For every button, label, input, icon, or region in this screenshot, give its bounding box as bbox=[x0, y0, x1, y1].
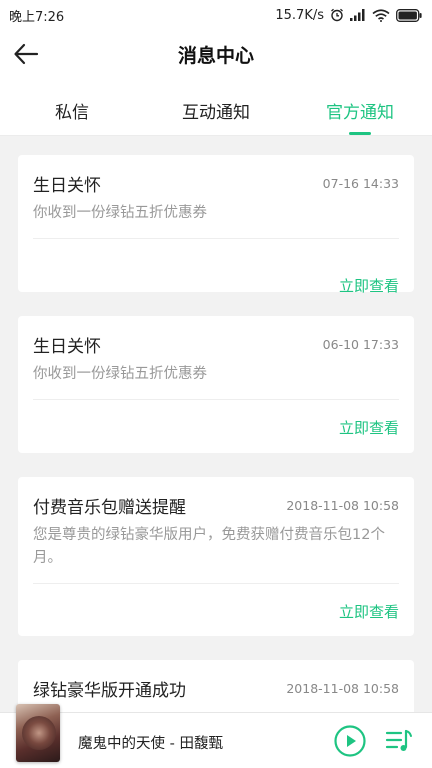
wifi-icon bbox=[372, 8, 390, 22]
notification-time: 06-10 17:33 bbox=[322, 337, 399, 352]
notification-list[interactable]: 生日关怀 07-16 14:33 你收到一份绿钻五折优惠券 立即查看 生日关怀 … bbox=[0, 136, 432, 712]
play-circle-icon bbox=[334, 725, 366, 761]
notification-time: 2018-11-08 10:58 bbox=[286, 681, 399, 696]
playlist-button[interactable] bbox=[385, 728, 413, 754]
playlist-icon bbox=[385, 729, 413, 758]
active-tab-indicator bbox=[349, 132, 371, 135]
tab-interaction-notices[interactable]: 互动通知 bbox=[144, 82, 288, 136]
notification-body: 你收到一份绿钻五折优惠券 bbox=[33, 205, 207, 221]
notification-body: 你收到一份绿钻五折优惠券 bbox=[33, 366, 207, 382]
notification-card: 付费音乐包赠送提醒 2018-11-08 10:58 您是尊贵的绿钻豪华版用户，… bbox=[18, 477, 414, 636]
alarm-icon bbox=[330, 8, 344, 22]
notification-title: 生日关怀 bbox=[33, 176, 101, 196]
status-bar: 晚上7:26 15.7K/s bbox=[0, 0, 432, 30]
tab-private-messages[interactable]: 私信 bbox=[0, 82, 144, 136]
notification-time: 2018-11-08 10:58 bbox=[286, 498, 399, 513]
battery-icon bbox=[396, 8, 422, 22]
tab-bar: 私信 互动通知 官方通知 bbox=[0, 82, 432, 136]
view-now-link[interactable]: 立即查看 bbox=[339, 275, 399, 296]
notification-title: 生日关怀 bbox=[33, 337, 101, 357]
notification-body: 您是尊贵的绿钻豪华版用户，免费获赠付费音乐包12个月。 bbox=[33, 527, 385, 566]
notification-card: 绿钻豪华版开通成功 2018-11-08 10:58 bbox=[18, 660, 414, 712]
notification-card: 生日关怀 06-10 17:33 你收到一份绿钻五折优惠券 立即查看 bbox=[18, 316, 414, 453]
signal-icon bbox=[350, 9, 366, 21]
status-time: 晚上7:26 bbox=[9, 9, 65, 25]
view-now-link[interactable]: 立即查看 bbox=[339, 601, 399, 622]
notification-card: 生日关怀 07-16 14:33 你收到一份绿钻五折优惠券 立即查看 bbox=[18, 155, 414, 295]
card-divider bbox=[33, 399, 399, 400]
notification-time: 07-16 14:33 bbox=[322, 176, 399, 191]
page-title: 消息中心 bbox=[177, 45, 254, 67]
title-bar: 消息中心 bbox=[0, 30, 432, 82]
play-button[interactable] bbox=[334, 725, 366, 757]
status-icons: 15.7K/s bbox=[275, 8, 422, 23]
tab-official-notices[interactable]: 官方通知 bbox=[288, 82, 432, 136]
view-now-link[interactable]: 立即查看 bbox=[339, 417, 399, 438]
album-cover[interactable] bbox=[16, 704, 60, 762]
notification-title: 付费音乐包赠送提醒 bbox=[33, 498, 186, 518]
mini-player[interactable]: 魔鬼中的天使 - 田馥甄 bbox=[0, 704, 432, 768]
tab-label: 官方通知 bbox=[326, 103, 394, 123]
notification-title: 绿钻豪华版开通成功 bbox=[33, 681, 186, 701]
tab-label: 互动通知 bbox=[182, 103, 250, 123]
network-speed: 15.7K/s bbox=[275, 7, 324, 23]
tab-label: 私信 bbox=[55, 103, 89, 123]
card-divider bbox=[33, 238, 399, 239]
back-button[interactable] bbox=[8, 38, 44, 74]
arrow-left-icon bbox=[13, 43, 39, 69]
card-divider bbox=[33, 583, 399, 584]
now-playing-song[interactable]: 魔鬼中的天使 - 田馥甄 bbox=[78, 732, 223, 753]
